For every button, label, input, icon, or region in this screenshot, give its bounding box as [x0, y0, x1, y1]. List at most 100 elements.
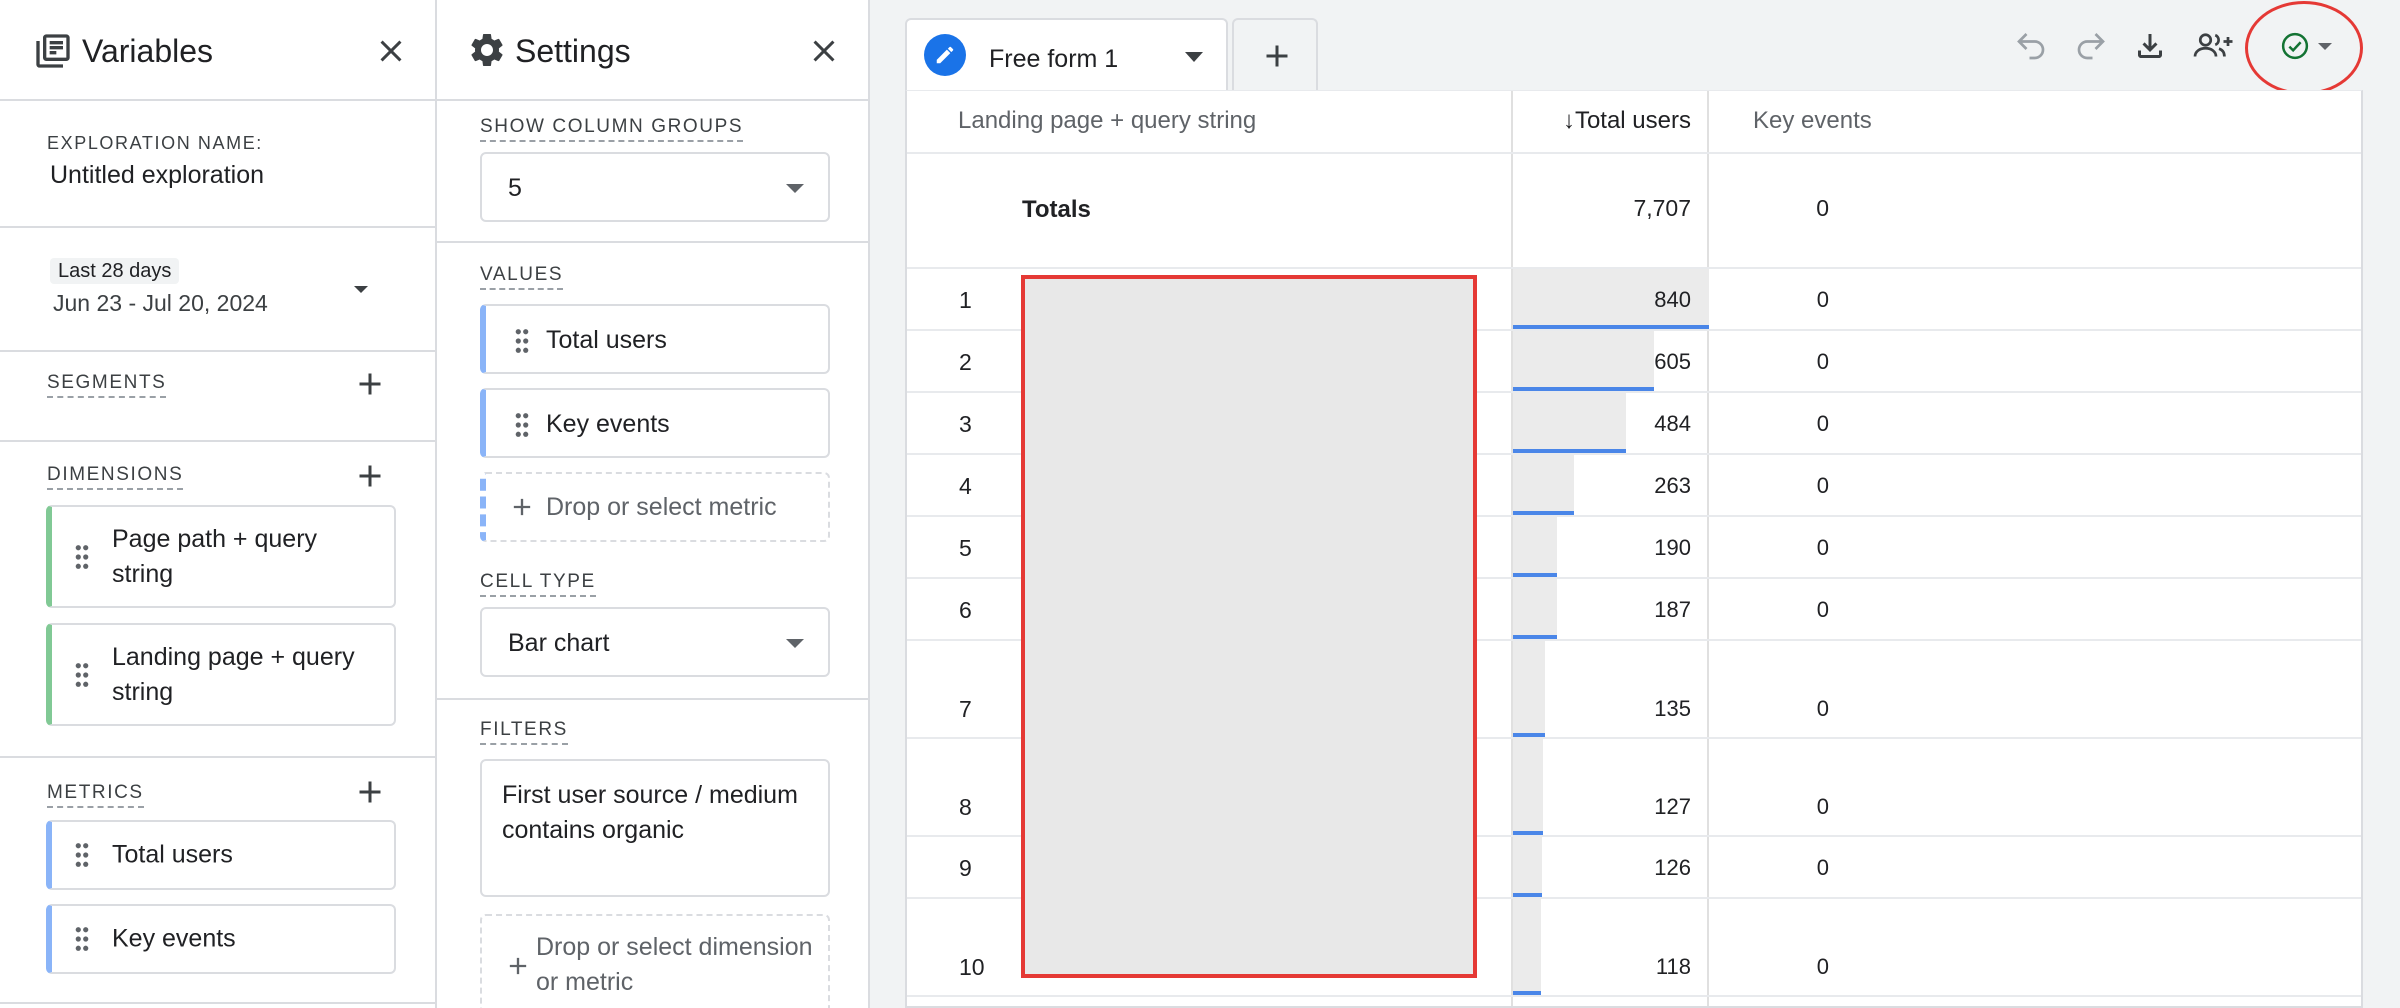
- drag-handle-icon[interactable]: [74, 842, 90, 868]
- exploration-name-label: EXPLORATION NAME:: [47, 133, 263, 153]
- metric-chip-total-users[interactable]: Total users: [46, 820, 396, 890]
- show-column-groups-select[interactable]: 5: [480, 152, 830, 222]
- drop-metric-label: Drop or select metric: [546, 493, 777, 521]
- cell-key-events: 0: [1816, 411, 1829, 436]
- values-label: VALUES: [480, 263, 564, 290]
- divider: [0, 1002, 435, 1004]
- column-header-total-users-label: Total users: [1574, 107, 1691, 134]
- filters-label: FILTERS: [480, 718, 568, 745]
- redacted-landing-pages: [1021, 275, 1477, 978]
- tab-free-form-1[interactable]: Free form 1: [905, 18, 1228, 90]
- column-header-total-users[interactable]: ↓Total users: [1521, 106, 1691, 136]
- value-chip-key-events[interactable]: Key events: [480, 388, 830, 458]
- drop-filter-label: Drop or select dimension or metric: [536, 933, 813, 996]
- drop-filter-target[interactable]: Drop or select dimension or metric: [480, 914, 830, 1008]
- cell-total-users: 263: [1654, 473, 1691, 498]
- plus-icon: [513, 498, 531, 516]
- cell-key-events: 0: [1816, 855, 1829, 880]
- column-header-landing-page[interactable]: Landing page + query string: [958, 106, 1256, 136]
- drag-handle-icon[interactable]: [74, 662, 90, 688]
- row-index: 3: [959, 411, 972, 437]
- variables-title: Variables: [82, 33, 214, 69]
- value-chip-label: Key events: [546, 410, 670, 438]
- cell-total-users: 127: [1654, 794, 1691, 819]
- chevron-down-icon: [2318, 43, 2332, 50]
- cell-total-users: 118: [1655, 954, 1691, 979]
- free-form-table: Landing page + query string ↓Total users…: [905, 90, 2363, 1008]
- chevron-down-icon: [354, 286, 368, 293]
- settings-header: Settings: [437, 0, 868, 101]
- cell-key-events: 0: [1816, 349, 1829, 374]
- totals-label: Totals: [1022, 196, 1091, 223]
- download-icon[interactable]: [2132, 28, 2168, 64]
- add-segment-button[interactable]: [352, 366, 388, 402]
- cell-key-events: 0: [1816, 794, 1829, 819]
- dimensions-section: DIMENSIONS Page path + query string Land…: [0, 442, 435, 758]
- cell-key-events: 0: [1816, 696, 1829, 721]
- row-index: 5: [959, 535, 972, 561]
- cell-total-users: 484: [1654, 411, 1691, 436]
- save-status-button[interactable]: [2258, 19, 2354, 73]
- dropdown-arrow-icon: [786, 184, 804, 193]
- add-dimension-button[interactable]: [352, 458, 388, 494]
- edit-pencil-icon[interactable]: [924, 34, 966, 76]
- exploration-name-input[interactable]: Untitled exploration: [50, 159, 264, 191]
- show-column-groups-section: SHOW COLUMN GROUPS 5: [437, 101, 868, 243]
- row-divider: [907, 995, 2361, 997]
- dimension-chip-landing-page[interactable]: Landing page + query string: [46, 623, 396, 726]
- drag-handle-icon[interactable]: [74, 544, 90, 570]
- exploration-name-section: EXPLORATION NAME: Untitled exploration: [0, 101, 435, 228]
- close-icon[interactable]: [806, 33, 842, 69]
- row-index: 8: [959, 794, 972, 820]
- tab-label: Free form 1: [989, 45, 1119, 73]
- add-tab-button[interactable]: [1232, 18, 1318, 90]
- filter-chip[interactable]: First user source / medium contains orga…: [480, 759, 830, 897]
- gear-icon: [471, 33, 503, 66]
- metric-chip-key-events[interactable]: Key events: [46, 904, 396, 974]
- drop-metric-target[interactable]: Drop or select metric: [480, 472, 830, 542]
- tab-menu-arrow-icon[interactable]: [1185, 52, 1203, 62]
- settings-panel: Settings SHOW COLUMN GROUPS 5 VALUES Tot…: [437, 0, 870, 1008]
- sort-arrow-icon: ↓: [1562, 107, 1575, 134]
- date-range-label: Last 28 days: [50, 258, 180, 284]
- row-index: 10: [959, 954, 985, 980]
- check-circle-icon: [2281, 32, 2309, 60]
- dimensions-label: DIMENSIONS: [47, 463, 184, 490]
- cell-key-events: 0: [1816, 287, 1829, 312]
- cell-key-events: 0: [1816, 597, 1829, 622]
- row-index: 6: [959, 597, 972, 623]
- value-chip-total-users[interactable]: Total users: [480, 304, 830, 374]
- share-users-icon[interactable]: [2190, 28, 2236, 64]
- cell-key-events: 0: [1816, 535, 1829, 560]
- cell-type-select[interactable]: Bar chart: [480, 607, 830, 677]
- redo-icon[interactable]: [2073, 28, 2109, 64]
- totals-key-events: 0: [1816, 195, 1829, 221]
- dropdown-arrow-icon: [786, 639, 804, 648]
- close-icon[interactable]: [373, 33, 409, 69]
- dimension-chip-page-path[interactable]: Page path + query string: [46, 505, 396, 608]
- undo-icon[interactable]: [2013, 28, 2049, 64]
- segments-section: SEGMENTS: [0, 352, 435, 442]
- date-range-value: Jun 23 - Jul 20, 2024: [53, 290, 268, 316]
- cell-total-users: 840: [1654, 287, 1691, 312]
- column-header-key-events[interactable]: Key events: [1753, 106, 1872, 136]
- add-metric-button[interactable]: [352, 774, 388, 810]
- cell-total-users: 187: [1654, 597, 1691, 622]
- settings-title: Settings: [515, 33, 631, 69]
- variables-header: Variables: [0, 0, 435, 101]
- drag-handle-icon[interactable]: [514, 412, 530, 438]
- drag-handle-icon[interactable]: [514, 328, 530, 354]
- drag-handle-icon[interactable]: [74, 926, 90, 952]
- metrics-label: METRICS: [47, 781, 144, 808]
- row-index: 9: [959, 855, 972, 881]
- filters-section: FILTERS First user source / medium conta…: [437, 700, 868, 1008]
- date-range-picker[interactable]: Last 28 days Jun 23 - Jul 20, 2024: [0, 228, 435, 352]
- metric-chip-label: Total users: [112, 840, 233, 869]
- cell-key-events: 0: [1816, 954, 1829, 979]
- row-divider: [907, 152, 2361, 154]
- value-chip-label: Total users: [546, 326, 667, 354]
- show-column-groups-label: SHOW COLUMN GROUPS: [480, 115, 744, 142]
- variables-panel: Variables EXPLORATION NAME: Untitled exp…: [0, 0, 437, 1008]
- row-index: 4: [959, 473, 972, 499]
- dimension-chip-label: Page path + query string: [112, 524, 318, 588]
